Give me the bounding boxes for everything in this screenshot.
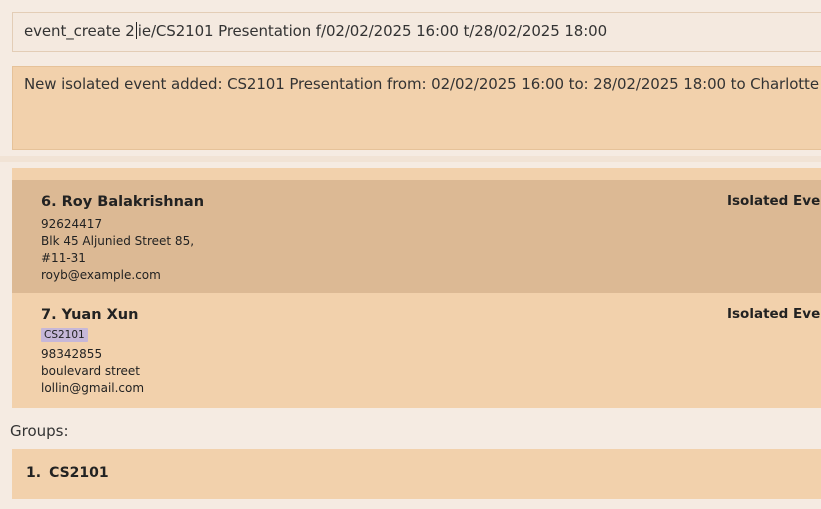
group-list-panel[interactable]: 1. CS2101 bbox=[12, 449, 821, 499]
group-name: CS2101 bbox=[49, 465, 109, 481]
result-display: New isolated event added: CS2101 Present… bbox=[12, 66, 821, 150]
isolated-events-label: Isolated Events bbox=[727, 306, 821, 322]
person-email: lollin@gmail.com bbox=[41, 381, 145, 395]
person-phone: 98342855 bbox=[41, 347, 103, 361]
command-text-after-caret: ie/CS2101 Presentation f/02/02/2025 16:0… bbox=[137, 22, 608, 40]
panel-divider bbox=[0, 156, 821, 162]
result-message: New isolated event added: CS2101 Present… bbox=[24, 75, 821, 93]
command-text-before-caret: event_create 2 bbox=[24, 22, 135, 40]
person-address-line: boulevard street bbox=[41, 364, 140, 378]
command-input[interactable]: event_create 2 ie/CS2101 Presentation f/0… bbox=[24, 22, 607, 40]
groups-label: Groups: bbox=[10, 422, 69, 440]
person-address-line: Blk 45 Aljunied Street 85, bbox=[41, 234, 195, 248]
isolated-events-label: Isolated Events bbox=[727, 193, 821, 209]
person-phone: 92624417 bbox=[41, 217, 103, 231]
person-name: 6. Roy Balakrishnan bbox=[41, 194, 205, 210]
person-email: royb@example.com bbox=[41, 268, 161, 282]
person-name: 7. Yuan Xun bbox=[41, 307, 139, 323]
person-card[interactable]: 7. Yuan Xun CS2101 98342855 boulevard st… bbox=[12, 293, 821, 407]
person-list-panel[interactable]: 6. Roy Balakrishnan 92624417 Blk 45 Alju… bbox=[12, 168, 821, 408]
person-card[interactable]: 6. Roy Balakrishnan 92624417 Blk 45 Alju… bbox=[12, 180, 821, 293]
command-box[interactable]: event_create 2 ie/CS2101 Presentation f/0… bbox=[12, 12, 821, 52]
person-tag: CS2101 bbox=[41, 328, 88, 342]
group-item[interactable]: 1. CS2101 bbox=[26, 465, 109, 481]
person-address-line: #11-31 bbox=[41, 251, 86, 265]
text-caret bbox=[135, 22, 137, 39]
group-index: 1. bbox=[26, 465, 42, 481]
